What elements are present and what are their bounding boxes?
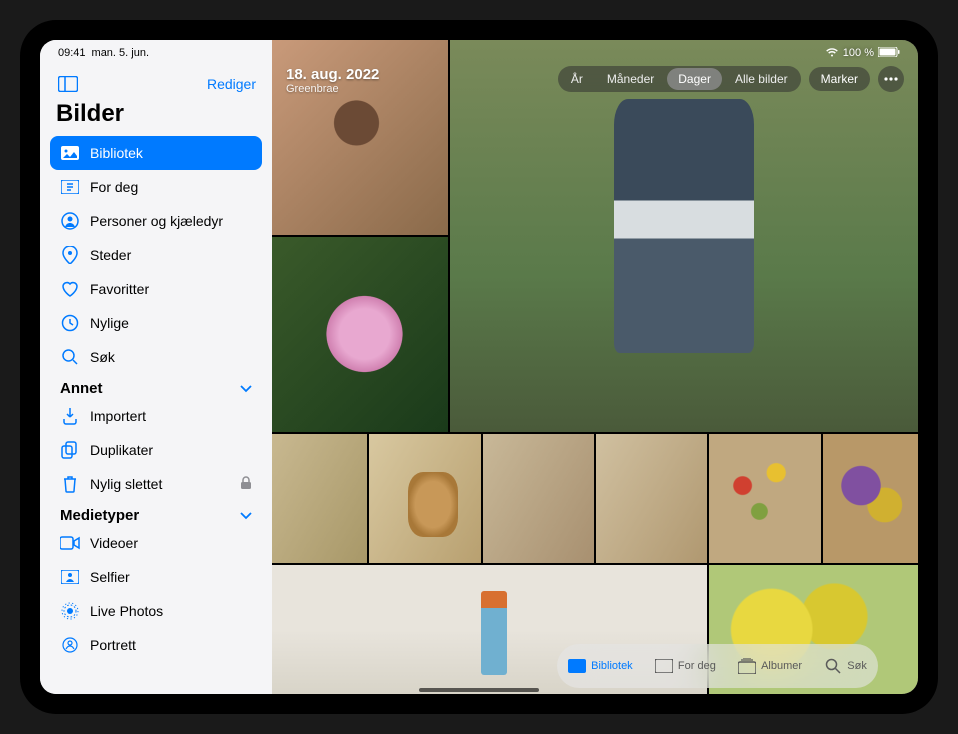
select-button[interactable]: Marker	[809, 67, 870, 91]
section-label: Annet	[60, 380, 103, 397]
sidebar-item-people[interactable]: Personer og kjæledyr	[50, 204, 262, 238]
sidebar-item-search[interactable]: Søk	[50, 340, 262, 374]
edit-button[interactable]: Rediger	[207, 76, 256, 92]
albums-icon	[738, 657, 756, 675]
sidebar-title: Bilder	[40, 96, 272, 136]
sidebar-item-label: Importert	[90, 408, 146, 424]
sidebar-item-label: Live Photos	[90, 603, 163, 619]
segment-allphotos[interactable]: Alle bilder	[724, 68, 799, 90]
sidebar-item-label: Videoer	[90, 535, 138, 551]
more-button[interactable]	[878, 66, 904, 92]
ellipsis-icon	[884, 77, 898, 81]
sidebar-item-label: Duplikater	[90, 442, 153, 458]
photo-tile[interactable]	[483, 434, 594, 563]
photo-grid[interactable]	[272, 40, 918, 694]
content-area: 18. aug. 2022 Greenbrae År Måneder Dager…	[272, 40, 918, 694]
sidebar-item-label: Søk	[90, 349, 115, 365]
chevron-down-icon	[240, 507, 252, 524]
lock-icon	[240, 476, 252, 493]
home-indicator[interactable]	[419, 688, 539, 692]
sidebar-item-recent[interactable]: Nylige	[50, 306, 262, 340]
sidebar-toggle-icon[interactable]	[56, 74, 80, 94]
sidebar-item-recently-deleted[interactable]: Nylig slettet	[50, 467, 262, 501]
sidebar-item-label: Selfier	[90, 569, 130, 585]
live-photos-icon	[60, 601, 80, 621]
date-text: 18. aug. 2022	[286, 66, 379, 83]
sidebar-section-other[interactable]: Annet	[50, 374, 262, 399]
status-date: man. 5. jun.	[92, 47, 149, 59]
segment-months[interactable]: Måneder	[596, 68, 665, 90]
sidebar-item-duplicates[interactable]: Duplikater	[50, 433, 262, 467]
sidebar-item-favorites[interactable]: Favoritter	[50, 272, 262, 306]
clock-icon	[60, 313, 80, 333]
library-icon	[568, 657, 586, 675]
sidebar-item-live[interactable]: Live Photos	[50, 594, 262, 628]
tab-albums[interactable]: Albumer	[728, 651, 812, 681]
sidebar-item-imported[interactable]: Importert	[50, 399, 262, 433]
section-label: Medietyper	[60, 507, 139, 524]
date-header[interactable]: 18. aug. 2022 Greenbrae	[286, 66, 379, 95]
sidebar-item-library[interactable]: Bibliotek	[50, 136, 262, 170]
sidebar-item-places[interactable]: Steder	[50, 238, 262, 272]
photo-tile[interactable]	[709, 434, 820, 563]
bottom-tabbar: Bibliotek For deg Albumer Søk	[557, 644, 878, 688]
trash-icon	[60, 474, 80, 494]
foryou-icon	[60, 177, 80, 197]
segment-years[interactable]: År	[560, 68, 594, 90]
tab-label: Bibliotek	[591, 660, 633, 672]
sidebar-item-label: Personer og kjæledyr	[90, 213, 223, 229]
sidebar-item-videos[interactable]: Videoer	[50, 526, 262, 560]
tab-search[interactable]: Søk	[814, 651, 877, 681]
sidebar-item-label: Bibliotek	[90, 145, 143, 161]
battery-text: 100 %	[843, 47, 874, 59]
battery-icon	[878, 47, 900, 60]
search-icon	[60, 347, 80, 367]
sidebar-item-portrait[interactable]: Portrett	[50, 628, 262, 662]
sidebar-section-media[interactable]: Medietyper	[50, 501, 262, 526]
sidebar-item-foryou[interactable]: For deg	[50, 170, 262, 204]
selfie-icon	[60, 567, 80, 587]
tab-label: For deg	[678, 660, 716, 672]
tab-library[interactable]: Bibliotek	[558, 651, 643, 681]
status-bar: 09:41 man. 5. jun. 100 %	[40, 40, 918, 62]
photo-tile[interactable]	[823, 434, 918, 563]
sidebar-item-selfies[interactable]: Selfier	[50, 560, 262, 594]
people-icon	[60, 211, 80, 231]
wifi-icon	[825, 47, 839, 60]
location-text: Greenbrae	[286, 83, 379, 95]
foryou-icon	[655, 657, 673, 675]
chevron-down-icon	[240, 380, 252, 397]
photo-tile[interactable]	[596, 434, 707, 563]
photo-tile[interactable]	[272, 434, 367, 563]
heart-icon	[60, 279, 80, 299]
portrait-icon	[60, 635, 80, 655]
tab-label: Albumer	[761, 660, 802, 672]
tab-label: Søk	[847, 660, 867, 672]
segment-days[interactable]: Dager	[667, 68, 722, 90]
photo-tile[interactable]	[450, 40, 918, 432]
tab-foryou[interactable]: For deg	[645, 651, 726, 681]
video-icon	[60, 533, 80, 553]
photo-tile[interactable]	[272, 237, 448, 432]
view-segmented-control[interactable]: År Måneder Dager Alle bilder	[558, 66, 801, 92]
duplicate-icon	[60, 440, 80, 460]
sidebar-item-label: Portrett	[90, 637, 136, 653]
status-time: 09:41	[58, 47, 86, 59]
search-icon	[824, 657, 842, 675]
sidebar-item-label: For deg	[90, 179, 138, 195]
places-icon	[60, 245, 80, 265]
sidebar-item-label: Nylige	[90, 315, 129, 331]
library-icon	[60, 143, 80, 163]
sidebar: Rediger Bilder Bibliotek For deg Persone…	[40, 40, 272, 694]
import-icon	[60, 406, 80, 426]
sidebar-item-label: Favoritter	[90, 281, 149, 297]
photo-tile[interactable]	[369, 434, 480, 563]
sidebar-item-label: Nylig slettet	[90, 476, 162, 492]
sidebar-item-label: Steder	[90, 247, 131, 263]
